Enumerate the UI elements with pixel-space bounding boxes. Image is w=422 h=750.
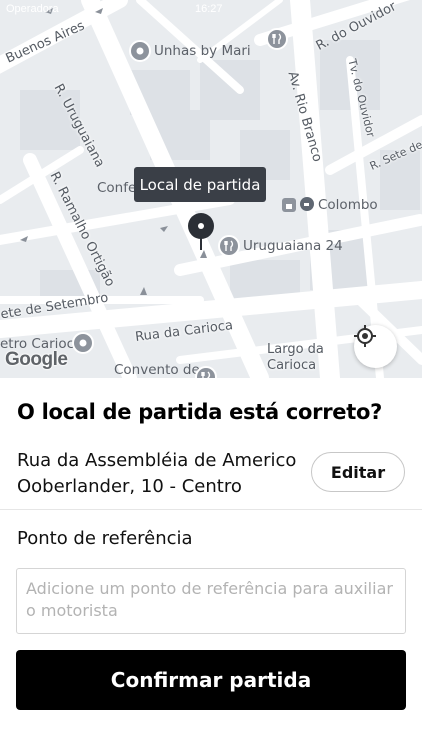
address-line-2: Ooberlander, 10 - Centro xyxy=(17,476,242,497)
restaurant-icon xyxy=(195,366,217,378)
edit-button[interactable]: Editar xyxy=(311,452,405,492)
restaurant-icon xyxy=(218,235,240,257)
poi-label: Confe xyxy=(97,180,137,196)
pickup-question: O local de partida está correto? xyxy=(17,400,382,424)
confirm-pickup-button[interactable]: Confirmar partida xyxy=(16,650,406,710)
cafe-icon xyxy=(300,197,314,211)
reference-label: Ponto de referência xyxy=(17,528,193,549)
street-label: Largo da Carioca xyxy=(267,342,324,373)
place-pin-icon xyxy=(72,332,94,354)
poi-label: Colombo xyxy=(318,197,378,213)
status-time: 16:27 xyxy=(195,3,223,15)
place-pin-icon xyxy=(129,40,151,62)
my-location-button[interactable] xyxy=(354,325,397,368)
poi-label: Unhas by Mari xyxy=(154,43,251,59)
my-location-icon xyxy=(354,325,376,347)
pickup-address: Rua da Assembléia de Americo Ooberlander… xyxy=(17,448,302,500)
address-line-1: Rua da Assembléia de Americo xyxy=(17,450,297,471)
reference-input[interactable] xyxy=(16,568,406,634)
google-logo: Google xyxy=(5,349,68,370)
map-view[interactable]: Operadora 16:27 Buenos Aires R. Uruguaia… xyxy=(0,0,422,378)
status-carrier: Operadora xyxy=(6,3,59,15)
pickup-pin-icon xyxy=(188,213,214,250)
poi-label: Convento de xyxy=(114,362,200,378)
pickup-tooltip: Local de partida xyxy=(134,167,266,202)
poi-label: Uruguaiana 24 xyxy=(243,238,343,254)
lock-icon xyxy=(282,198,296,212)
restaurant-icon xyxy=(266,28,288,50)
divider xyxy=(0,509,422,510)
